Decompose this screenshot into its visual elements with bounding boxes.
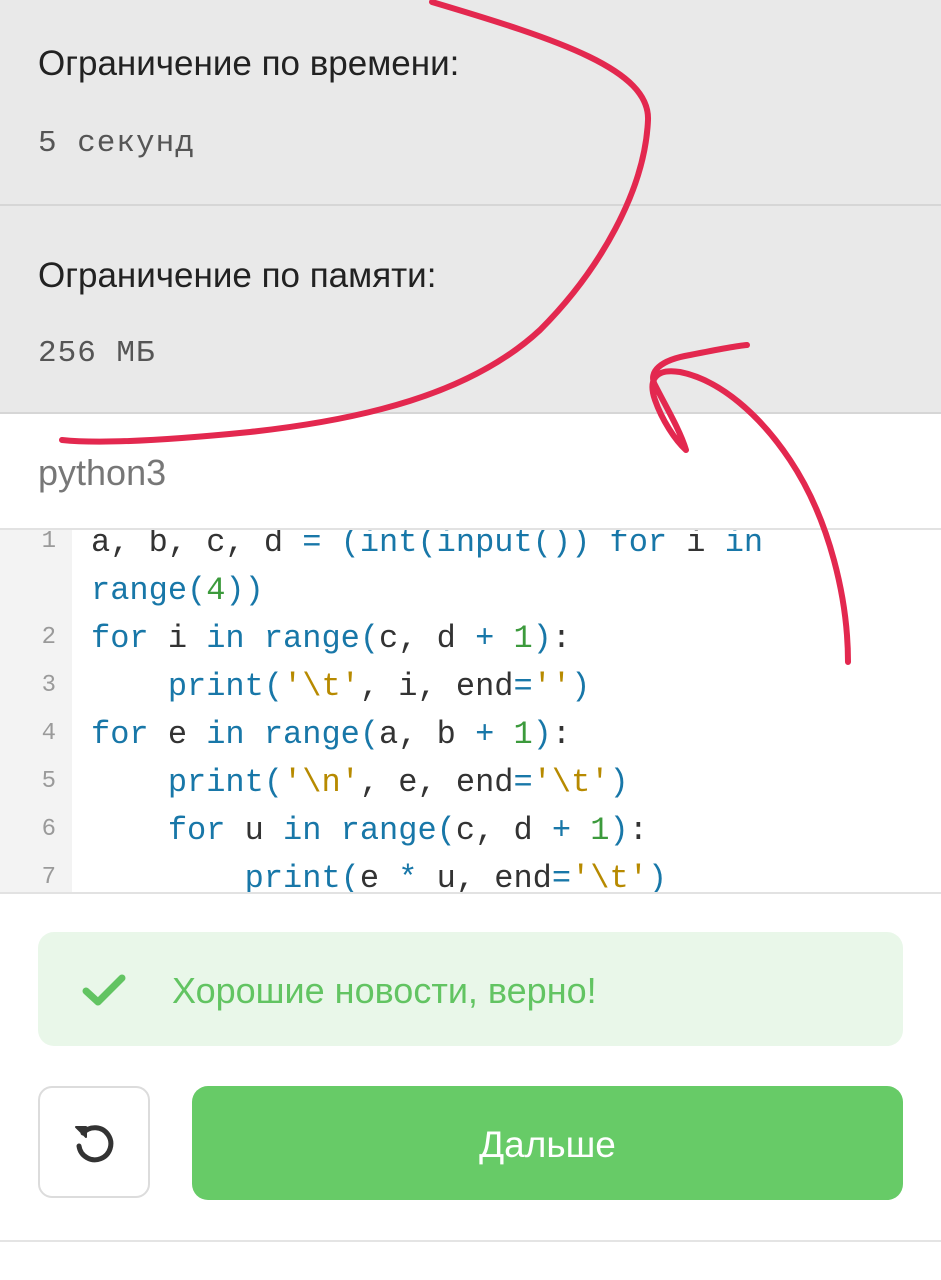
time-limit-label: Ограничение по времени: bbox=[38, 44, 460, 83]
line-number: 5 bbox=[41, 768, 56, 795]
bottom-divider bbox=[0, 1240, 941, 1242]
code-line[interactable]: print(e * u, end='\t') bbox=[91, 860, 667, 892]
line-number: 1 bbox=[41, 528, 56, 555]
line-number: 7 bbox=[41, 864, 56, 891]
line-number-gutter: 1 2 3 4 5 6 7 bbox=[0, 530, 72, 892]
memory-limit-label: Ограничение по памяти: bbox=[38, 256, 437, 295]
code-line[interactable]: range(4)) bbox=[91, 572, 264, 609]
code-line[interactable]: a, b, c, d = (int(input()) for i in bbox=[91, 530, 763, 561]
retry-button[interactable] bbox=[38, 1086, 150, 1198]
retry-icon bbox=[75, 1125, 114, 1163]
line-number: 6 bbox=[41, 816, 56, 843]
memory-limit-value: 256 МБ bbox=[38, 336, 156, 371]
next-button[interactable]: Дальше bbox=[192, 1086, 903, 1200]
memory-limit-section: Ограничение по памяти: 256 МБ bbox=[0, 206, 941, 414]
line-number: 4 bbox=[41, 720, 56, 747]
line-number: 2 bbox=[41, 624, 56, 651]
line-number: 3 bbox=[41, 672, 56, 699]
feedback-text: Хорошие новости, верно! bbox=[172, 970, 597, 1011]
code-line[interactable]: for e in range(a, b + 1): bbox=[91, 716, 571, 753]
time-limit-value: 5 секунд bbox=[38, 126, 195, 161]
check-icon bbox=[82, 974, 126, 1006]
next-button-label: Дальше bbox=[479, 1124, 616, 1165]
success-feedback: Хорошие новости, верно! bbox=[38, 932, 903, 1046]
code-line[interactable]: print('\t', i, end='') bbox=[91, 668, 590, 705]
code-editor[interactable]: 1 2 3 4 5 6 7 a, b, c, d = (int(input())… bbox=[0, 528, 941, 894]
code-line[interactable]: for i in range(c, d + 1): bbox=[91, 620, 571, 657]
code-line[interactable]: for u in range(c, d + 1): bbox=[91, 812, 648, 849]
code-line[interactable]: print('\n', e, end='\t') bbox=[91, 764, 629, 801]
limits-panel: Ограничение по времени: 5 секунд Огранич… bbox=[0, 0, 941, 414]
time-limit-section: Ограничение по времени: 5 секунд bbox=[0, 0, 941, 206]
language-label: python3 bbox=[38, 452, 167, 493]
